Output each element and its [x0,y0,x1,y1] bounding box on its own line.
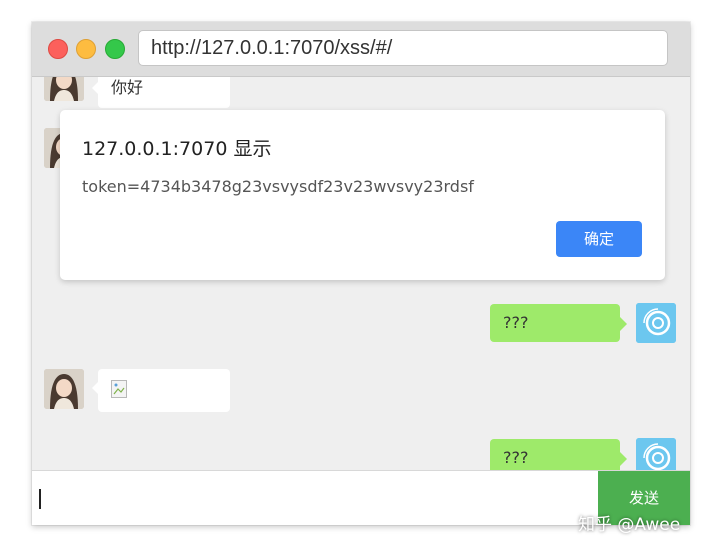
message-bubble-sent: ??? [490,439,627,470]
title-bar: http://127.0.0.1:7070/xss/#/ [32,22,690,77]
alert-title: 127.0.0.1:7070 显示 [82,138,272,160]
message-text: ??? [503,448,529,467]
avatar [44,77,84,101]
avatar [44,369,84,409]
address-bar[interactable]: http://127.0.0.1:7070/xss/#/ [138,30,668,66]
girl-avatar-icon [44,369,84,409]
message-text: 你好 [111,78,144,97]
minimize-window-button[interactable] [76,39,96,59]
message-text: ??? [503,313,529,332]
girl-avatar-icon [44,77,84,101]
browser-window: http://127.0.0.1:7070/xss/#/ 你好 ??? ??? … [32,22,690,525]
user-avatar-icon [636,303,676,343]
chat-area[interactable]: 你好 ??? ??? 127.0.0.1:7070 显示 token=4734b… [32,77,690,470]
alert-message: token=4734b3478g23vsvysdf23v23wvsvy23rds… [82,177,474,196]
user-avatar-icon [636,438,676,470]
message-bubble-sent: ??? [490,304,627,342]
broken-image-icon [111,380,127,398]
message-input[interactable] [32,471,598,525]
close-window-button[interactable] [48,39,68,59]
message-bubble-received [92,369,230,412]
text-cursor [39,489,41,509]
watermark: 知乎 @Awee [578,515,681,535]
avatar [636,303,676,343]
avatar [636,438,676,470]
maximize-window-button[interactable] [105,39,125,59]
ok-button[interactable]: 确定 [556,221,642,257]
alert-dialog: 127.0.0.1:7070 显示 token=4734b3478g23vsvy… [60,110,665,280]
message-bubble-received: 你好 [92,77,230,108]
